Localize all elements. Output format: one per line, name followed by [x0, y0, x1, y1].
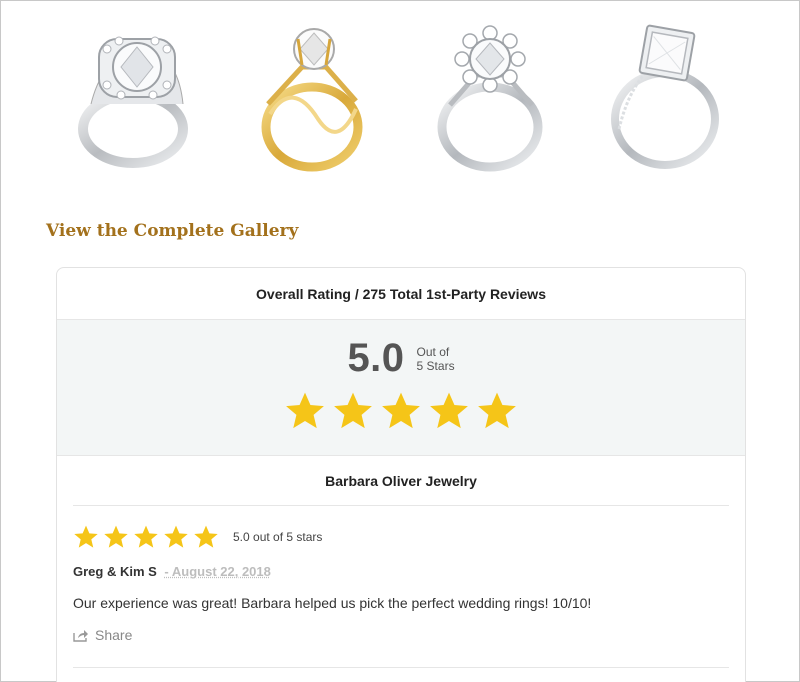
- star-icon: [193, 524, 219, 550]
- review-stars: 5.0 out of 5 stars: [73, 524, 729, 550]
- ring-thumbnail[interactable]: [61, 9, 211, 189]
- reviews-header: Overall Rating / 275 Total 1st-Party Rev…: [57, 268, 745, 320]
- star-icon: [380, 390, 422, 432]
- diamond-ring-halo-white-gold-icon: [61, 9, 211, 189]
- overall-stars: [57, 390, 745, 432]
- rating-summary: 5.0 Out of 5 Stars: [57, 320, 745, 456]
- score-row: 5.0 Out of 5 Stars: [57, 336, 745, 381]
- score-caption-line2: 5 Stars: [417, 359, 455, 373]
- star-icon: [133, 524, 159, 550]
- share-label: Share: [95, 627, 132, 643]
- diamond-ring-flower-halo-white-gold-icon: [414, 9, 564, 189]
- reviewer-name: Greg & Kim S: [73, 564, 157, 579]
- review-date[interactable]: - August 22, 2018: [164, 564, 270, 579]
- review-rating-text: 5.0 out of 5 stars: [233, 530, 322, 544]
- ring-gallery: [61, 9, 741, 189]
- review-divider: [73, 667, 729, 668]
- reviews-card: Overall Rating / 275 Total 1st-Party Rev…: [56, 267, 746, 682]
- star-icon: [73, 524, 99, 550]
- review-item: 5.0 out of 5 stars Greg & Kim S - August…: [57, 506, 745, 668]
- score-caption-line1: Out of: [417, 345, 450, 359]
- business-name: Barbara Oliver Jewelry: [73, 456, 729, 506]
- star-icon: [284, 390, 326, 432]
- ring-thumbnail[interactable]: [414, 9, 564, 189]
- star-icon: [163, 524, 189, 550]
- star-icon: [476, 390, 518, 432]
- diamond-ring-twisted-yellow-gold-icon: [238, 9, 388, 189]
- ring-thumbnail[interactable]: [591, 9, 741, 189]
- star-icon: [428, 390, 470, 432]
- review-text: Our experience was great! Barbara helped…: [73, 595, 729, 611]
- reviewer-line: Greg & Kim S - August 22, 2018: [73, 564, 729, 579]
- view-gallery-link[interactable]: View the Complete Gallery: [46, 221, 298, 241]
- diamond-ring-princess-white-gold-icon: [591, 9, 741, 189]
- share-icon: [73, 628, 89, 642]
- share-button[interactable]: Share: [73, 627, 729, 643]
- overall-score: 5.0: [347, 336, 404, 381]
- star-icon: [103, 524, 129, 550]
- star-icon: [332, 390, 374, 432]
- ring-thumbnail[interactable]: [238, 9, 388, 189]
- score-caption: Out of 5 Stars: [417, 345, 455, 373]
